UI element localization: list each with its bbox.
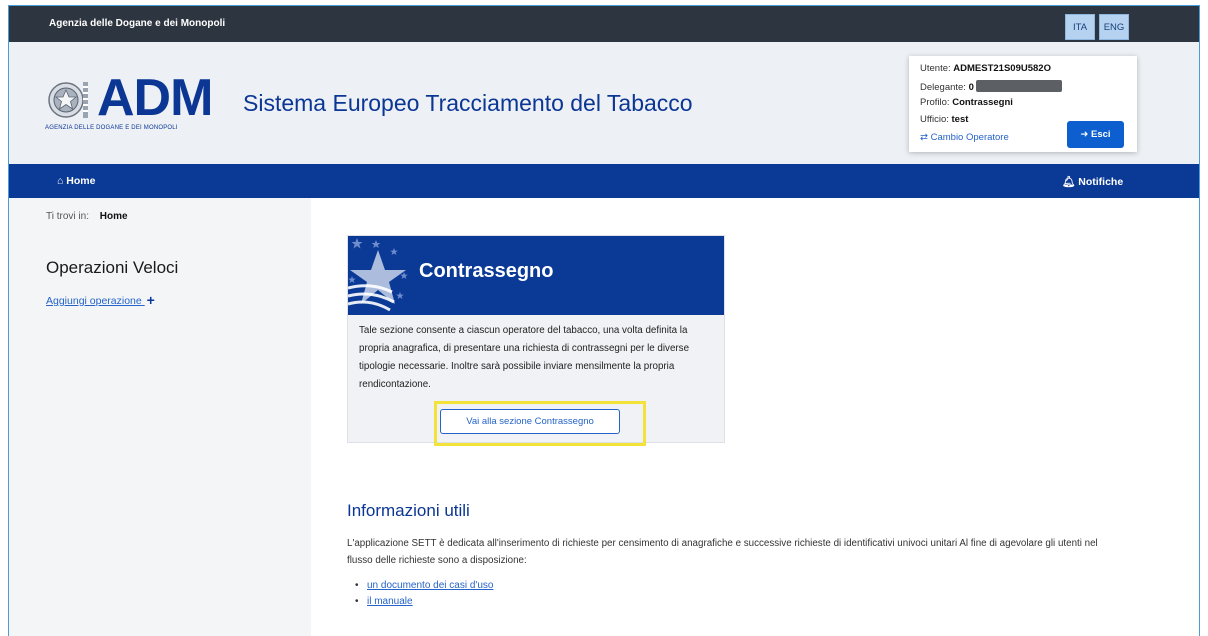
manuale-link[interactable]: il manuale: [355, 594, 493, 610]
highlight-box: [434, 401, 646, 446]
profilo-label: Profilo:: [920, 97, 950, 108]
utente-value: ADMEST21S09U582O: [953, 63, 1051, 74]
swap-icon: ⇄: [920, 132, 928, 143]
bell-icon: 🔔︎: [1062, 176, 1076, 188]
casi-uso-link[interactable]: un documento dei casi d'uso: [355, 578, 493, 594]
utente-label: Utente:: [920, 63, 951, 74]
browser-frame: Agenzia delle Dogane e dei Monopoli ITA …: [8, 5, 1200, 636]
adm-logo[interactable]: ADM AGENZIA DELLE DOGANE E DEI MONOPOLI: [45, 69, 235, 136]
nav-notifiche-link[interactable]: 🔔︎ Notifiche: [1062, 175, 1123, 188]
agency-name: Agenzia delle Dogane e dei Monopoli: [49, 18, 226, 29]
info-links-list: un documento dei casi d'uso il manuale: [355, 578, 493, 610]
logo-subtitle: AGENZIA DELLE DOGANE E DEI MONOPOLI: [45, 125, 178, 131]
breadcrumb-current: Home: [99, 211, 128, 222]
nav-home-link[interactable]: ⌂ Home: [57, 175, 95, 187]
main-nav: ⌂ Home 🔔︎ Notifiche: [9, 164, 1199, 198]
delegante-row: Delegante: 0: [920, 80, 1062, 93]
info-title: Informazioni utili: [347, 501, 470, 520]
delegante-value: 0: [968, 82, 974, 93]
add-operation-label: Aggiungi operazione: [46, 295, 142, 307]
add-operation-link[interactable]: Aggiungi operazione +: [46, 292, 155, 308]
card-title: Contrassegno: [419, 260, 554, 282]
plus-icon: +: [146, 292, 155, 308]
cambio-label: Cambio Operatore: [930, 132, 1009, 143]
home-icon: ⌂: [57, 175, 64, 187]
eu-stars-icon: [348, 238, 408, 312]
nav-notifiche-label: Notifiche: [1078, 176, 1124, 188]
quick-operations-title: Operazioni Veloci: [46, 258, 179, 277]
user-row: Utente: ADMEST21S09U582O: [920, 63, 1051, 74]
card-description: Tale sezione consente a ciascun operator…: [359, 325, 690, 390]
lang-eng-button[interactable]: ENG: [1099, 14, 1129, 40]
sidebar: Ti trovi in: Home Operazioni Veloci Aggi…: [9, 198, 311, 636]
ufficio-row: Ufficio: test: [920, 114, 968, 125]
emblem-icon: [48, 82, 88, 118]
info-text: L'applicazione SETT è dedicata all'inser…: [347, 538, 1098, 566]
main-content: Contrassegno Tale sezione consente a cia…: [311, 198, 1199, 636]
contrassegno-card: Contrassegno Tale sezione consente a cia…: [347, 235, 725, 446]
profilo-row: Profilo: Contrassegni: [920, 97, 1013, 108]
esci-label: Esci: [1091, 129, 1111, 140]
site-title: Sistema Europeo Tracciamento del Tabacco: [243, 90, 693, 116]
delegante-label: Delegante:: [920, 82, 966, 93]
breadcrumb-prefix: Ti trovi in:: [46, 211, 89, 222]
ufficio-value: test: [951, 114, 969, 125]
profilo-value: Contrassegni: [952, 97, 1013, 108]
ufficio-label: Ufficio:: [920, 114, 949, 125]
esci-button[interactable]: ➜ Esci: [1067, 121, 1124, 148]
cambio-operatore-link[interactable]: ⇄ Cambio Operatore: [920, 132, 1009, 143]
user-panel: Utente: ADMEST21S09U582O Delegante: 0 Pr…: [909, 56, 1137, 152]
logout-icon: ➜: [1080, 129, 1089, 140]
top-bar: Agenzia delle Dogane e dei Monopoli ITA …: [9, 6, 1199, 42]
breadcrumb: Ti trovi in: Home: [46, 211, 128, 222]
lang-ita-button[interactable]: ITA: [1065, 14, 1095, 40]
header: ADM AGENZIA DELLE DOGANE E DEI MONOPOLI …: [9, 42, 1199, 164]
nav-home-label: Home: [66, 175, 96, 187]
redacted-block: [975, 80, 1062, 92]
card-header: Contrassegno: [348, 236, 724, 315]
logo-text: ADM: [97, 69, 213, 127]
